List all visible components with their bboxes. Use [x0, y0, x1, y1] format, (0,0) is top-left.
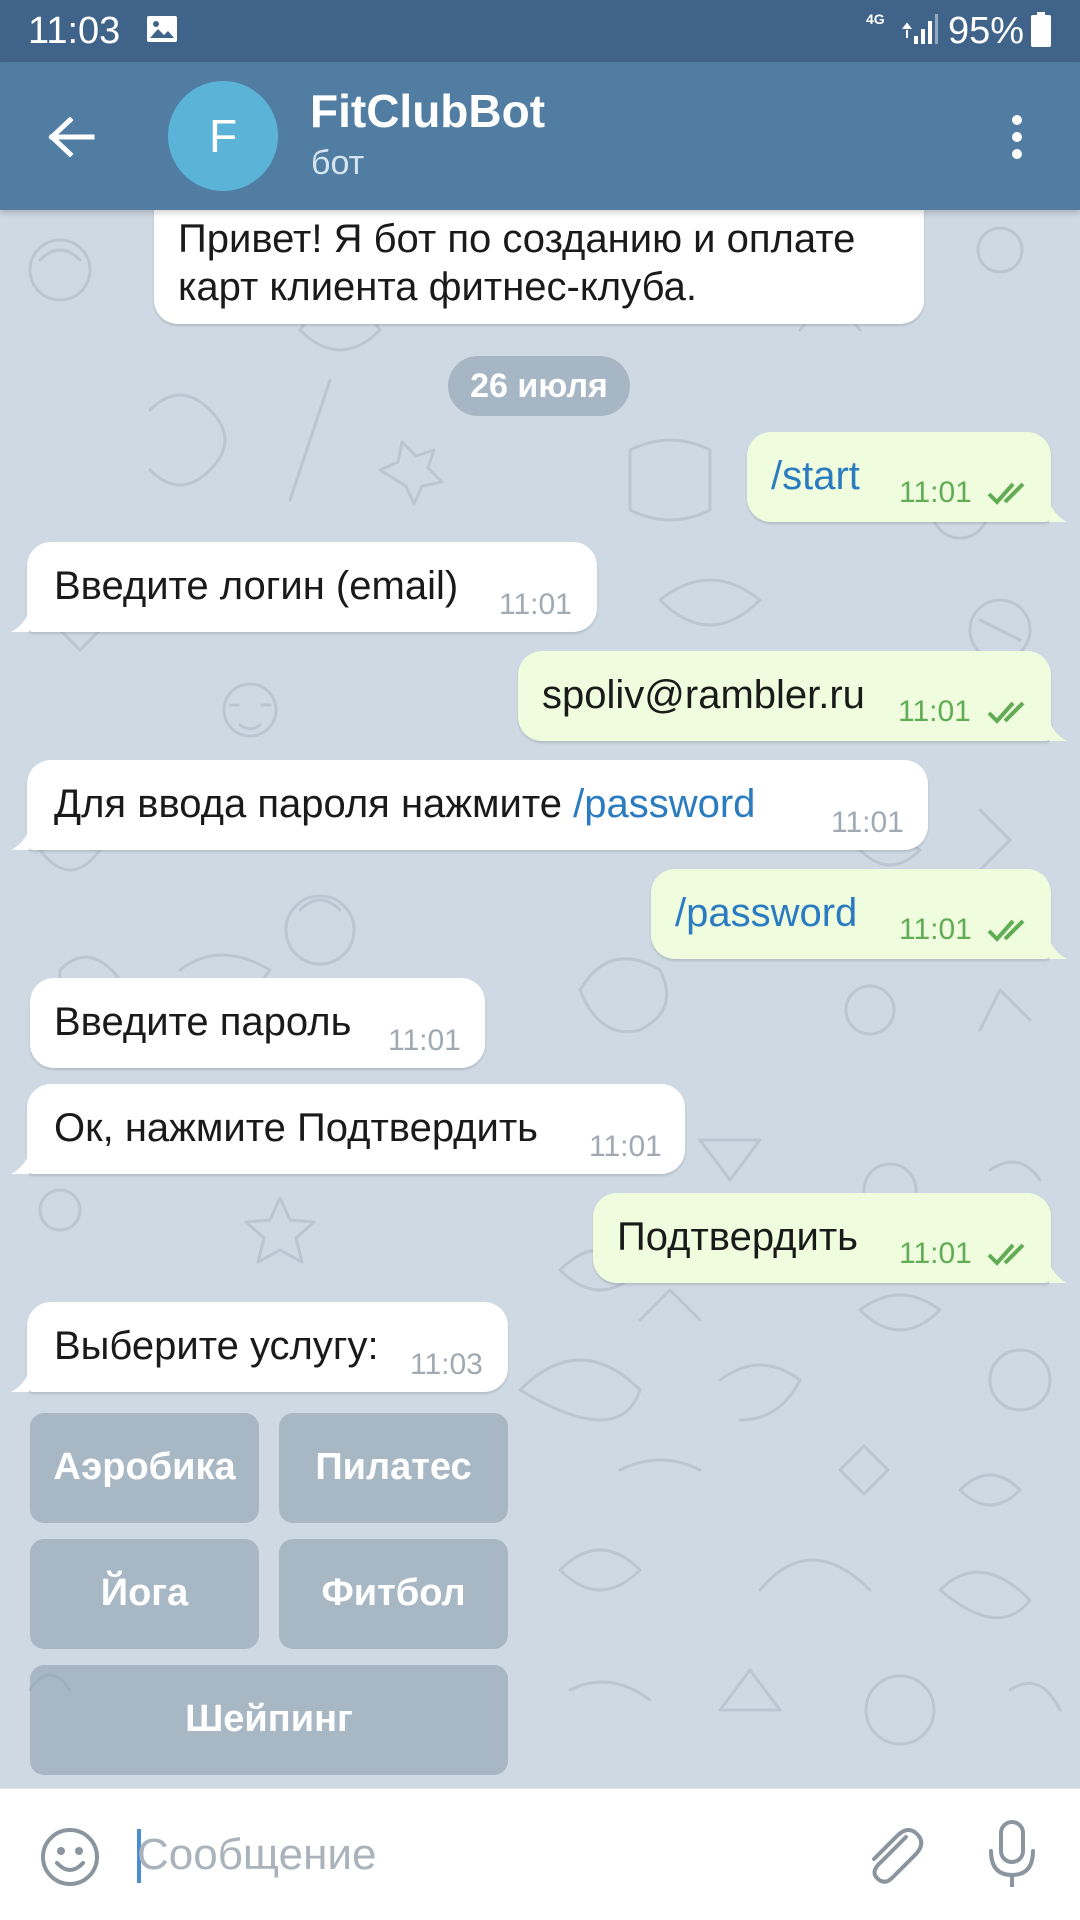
message-time: 11:01: [589, 1130, 662, 1163]
message-text: Выберите услугу:: [54, 1324, 379, 1368]
message-time: 11:01: [831, 806, 904, 839]
chat-title[interactable]: FitClubBot: [310, 84, 545, 138]
chat-area[interactable]: Привет! Я бот по созданию и оплате карт …: [0, 210, 1080, 1788]
arrow-back-icon: [48, 117, 95, 157]
signal-icon: [902, 14, 938, 44]
message-text: Подтвердить: [617, 1215, 858, 1259]
double-check-icon: [987, 919, 1025, 942]
message-text[interactable]: /start: [771, 452, 860, 500]
bubble-tail: [11, 1154, 29, 1174]
chat-subtitle: бот: [311, 144, 365, 182]
message-outgoing[interactable]: /start 11:01: [747, 432, 1051, 522]
keyboard-button-yoga[interactable]: Йога: [30, 1539, 259, 1649]
keyboard-button-shaping[interactable]: Шейпинг: [30, 1665, 508, 1775]
message-outgoing[interactable]: spoliv@rambler.ru 11:01: [518, 651, 1051, 741]
message-time: 11:01: [388, 1024, 461, 1057]
message-text: Для ввода пароля нажмите /password: [54, 780, 755, 828]
keyboard-button-pilates[interactable]: Пилатес: [279, 1413, 508, 1523]
message-text: Введите пароль: [54, 1000, 352, 1044]
battery-percent: 95%: [948, 10, 1025, 52]
message-time: 11:01: [898, 695, 971, 728]
status-bar: 11:03 4G 95%: [0, 0, 1080, 62]
message-incoming[interactable]: Введите логин (email) 11:01: [27, 542, 597, 632]
bubble-tail: [1049, 502, 1067, 522]
paperclip-icon[interactable]: [862, 1823, 924, 1889]
more-vert-icon: [1012, 115, 1022, 159]
double-check-icon: [987, 1243, 1025, 1266]
bubble-tail: [1049, 721, 1067, 741]
bubble-tail: [11, 830, 29, 850]
message-text-main: Для ввода пароля нажмите: [54, 782, 574, 826]
double-check-icon: [987, 482, 1025, 505]
message-time: 11:01: [499, 588, 572, 621]
bubble-tail: [11, 612, 29, 632]
bubble-tail: [11, 1372, 29, 1392]
bubble-tail: [1049, 1263, 1067, 1283]
message-incoming[interactable]: Выберите услугу: 11:03: [27, 1302, 508, 1392]
message-text: Введите логин (email): [54, 564, 459, 608]
double-check-icon: [987, 701, 1025, 724]
message-time: 11:01: [899, 913, 972, 946]
avatar[interactable]: F: [168, 81, 278, 191]
keyboard-button-fitball[interactable]: Фитбол: [279, 1539, 508, 1649]
message-input[interactable]: [137, 1819, 837, 1891]
keyboard-button-aerobics[interactable]: Аэробика: [30, 1413, 259, 1523]
back-button[interactable]: [36, 106, 108, 168]
battery-icon: [1031, 12, 1051, 47]
message-time: 11:01: [899, 1237, 972, 1270]
message-input-bar: [0, 1788, 1080, 1920]
message-incoming[interactable]: Для ввода пароля нажмите /password 11:01: [27, 760, 928, 850]
message-intro-line-1: Привет! Я бот по созданию и оплате: [178, 217, 856, 261]
password-command-link[interactable]: /password: [573, 782, 755, 826]
more-options-button[interactable]: [996, 106, 1038, 168]
status-time: 11:03: [28, 10, 121, 52]
message-time: 11:01: [899, 476, 972, 509]
image-icon: [147, 16, 177, 42]
date-chip: 26 июля: [448, 356, 630, 416]
message-text: Ок, нажмите Подтвердить: [54, 1106, 539, 1150]
chat-header: F FitClubBot бот: [0, 62, 1080, 210]
message-incoming[interactable]: Введите пароль 11:01: [30, 978, 485, 1068]
message-outgoing[interactable]: /password 11:01: [651, 869, 1051, 959]
message-time: 11:03: [410, 1348, 483, 1381]
message-text: spoliv@rambler.ru: [542, 673, 865, 717]
message-intro-line-2: карт клиента фитнес-клуба.: [178, 265, 697, 309]
emoji-icon[interactable]: [38, 1825, 102, 1889]
message-intro[interactable]: Привет! Я бот по созданию и оплате карт …: [154, 210, 924, 324]
bubble-tail: [1049, 939, 1067, 959]
message-outgoing[interactable]: Подтвердить 11:01: [593, 1193, 1051, 1283]
microphone-icon[interactable]: [986, 1819, 1038, 1891]
message-incoming[interactable]: Ок, нажмите Подтвердить 11:01: [27, 1084, 685, 1174]
message-text[interactable]: /password: [675, 889, 857, 937]
network-type: 4G: [866, 11, 885, 27]
